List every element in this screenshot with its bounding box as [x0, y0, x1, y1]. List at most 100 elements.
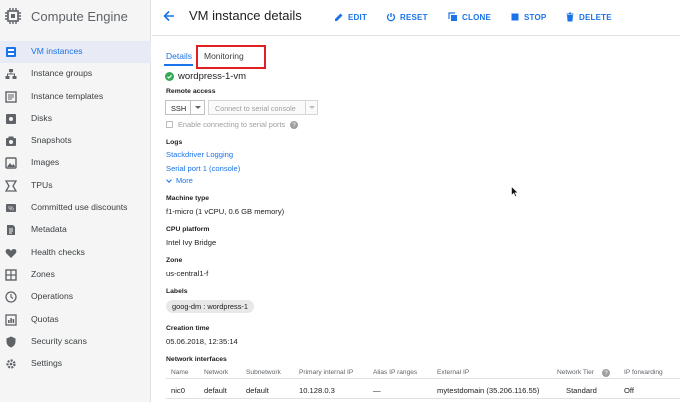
sidebar-item-vm-instances[interactable]: VM instances — [0, 41, 151, 64]
help-icon[interactable]: ? — [290, 121, 298, 129]
serial-console-label: Connect to serial console — [215, 104, 296, 113]
tpus-icon — [5, 180, 17, 192]
sidebar-item-label: Settings — [31, 358, 63, 369]
product-header: Compute Engine — [0, 0, 151, 34]
instance-groups-icon — [5, 69, 17, 80]
instance-templates-icon — [5, 90, 17, 103]
row-network: default — [204, 386, 227, 395]
chevron-down-icon[interactable] — [309, 106, 315, 109]
metadata-icon — [7, 225, 15, 236]
cpu-platform-label: CPU platform — [166, 226, 210, 233]
machine-type-label: Machine type — [166, 195, 210, 202]
remote-access-label: Remote access — [166, 88, 216, 95]
operations-icon — [5, 291, 17, 303]
sidebar-item-tpus[interactable]: TPUs — [0, 175, 151, 197]
creation-time-label: Creation time — [166, 325, 210, 332]
settings-icon — [6, 359, 16, 369]
sidebar-item-operations[interactable]: Operations — [0, 286, 151, 308]
machine-type-value: f1-micro (1 vCPU, 0.6 GB memory) — [166, 207, 285, 216]
chevron-down-icon[interactable] — [195, 106, 201, 109]
network-interfaces-label: Network interfaces — [166, 356, 227, 363]
column-header-network-tier: Network Tier — [557, 369, 595, 376]
row-ip-forwarding: Off — [624, 386, 634, 395]
mouse-cursor-icon — [511, 186, 518, 197]
zones-icon — [5, 269, 17, 281]
chevron-down-icon — [166, 177, 172, 183]
stop-button[interactable]: STOP — [510, 10, 546, 24]
column-header-name: Name — [171, 369, 189, 376]
vm-instances-icon — [6, 47, 16, 57]
row-primary-ip: 10.128.0.3 — [299, 386, 335, 395]
table-divider — [166, 378, 680, 379]
active-tab-indicator — [164, 64, 193, 66]
sidebar-item-label: Instance templates — [31, 90, 104, 101]
sidebar-item-label: VM instances — [31, 46, 83, 56]
ssh-button[interactable]: SSH — [165, 100, 205, 115]
sidebar-item-instance-templates[interactable]: Instance templates — [0, 86, 151, 108]
enable-serial-checkbox[interactable] — [166, 121, 173, 128]
delete-button[interactable]: DELETE — [565, 10, 612, 24]
column-header-external-ip: External IP — [437, 369, 470, 376]
serial-console-button[interactable]: Connect to serial console — [208, 100, 318, 115]
sidebar-item-settings[interactable]: Settings — [0, 353, 151, 375]
sidebar-item-label: Quotas — [31, 313, 59, 324]
sidebar-item-metadata[interactable]: Metadata — [0, 219, 151, 241]
sidebar-item-images[interactable]: Images — [0, 152, 151, 174]
tab-details[interactable]: Details — [166, 51, 192, 61]
sidebar-item-committed-use-discounts[interactable]: % Committed use discounts — [0, 197, 151, 219]
page-title: VM instance details — [189, 8, 302, 23]
serial-divider — [305, 101, 306, 114]
sidebar: Compute Engine VM instances Instance gro… — [0, 0, 151, 402]
delete-icon — [566, 12, 574, 22]
clone-label: CLONE — [462, 12, 491, 22]
column-header-alias-ip: Alias IP ranges — [373, 369, 418, 376]
zone-value: us-central1-f — [166, 269, 209, 278]
stop-icon — [511, 13, 519, 21]
monitoring-tab-highlight — [196, 45, 266, 69]
product-title: Compute Engine — [31, 9, 128, 24]
sidebar-item-label: Operations — [31, 291, 74, 302]
running-status-icon — [165, 72, 174, 81]
stop-label: STOP — [524, 12, 547, 22]
reset-icon — [386, 13, 396, 22]
committed-use-discounts-icon: % — [6, 204, 16, 213]
stackdriver-logging-link[interactable]: Stackdriver Logging — [166, 150, 233, 159]
clone-button[interactable]: CLONE — [448, 10, 491, 24]
row-alias-ip: — — [373, 386, 381, 395]
sidebar-item-health-checks[interactable]: Health checks — [0, 242, 151, 264]
edit-label: EDIT — [348, 12, 368, 22]
images-icon — [5, 157, 17, 170]
sidebar-item-label: Metadata — [31, 224, 67, 235]
sidebar-item-quotas[interactable]: Quotas — [0, 309, 151, 331]
column-header-subnetwork: Subnetwork — [246, 369, 281, 376]
page-header: VM instance details EDIT RESET CLONE STO… — [152, 0, 680, 36]
row-network-tier: Standard — [566, 386, 597, 395]
sidebar-item-label: Security scans — [31, 335, 87, 346]
sidebar-nav: VM instances Instance groups Instance te… — [0, 41, 151, 375]
sidebar-item-snapshots[interactable]: Snapshots — [0, 130, 151, 152]
serial-port-link[interactable]: Serial port 1 (console) — [166, 164, 240, 173]
sidebar-item-label: Committed use discounts — [31, 202, 128, 213]
sidebar-item-zones[interactable]: Zones — [0, 264, 151, 286]
back-arrow-icon[interactable] — [162, 9, 176, 23]
logs-label: Logs — [166, 139, 183, 146]
zone-label: Zone — [166, 257, 183, 264]
compute-engine-icon — [5, 8, 21, 24]
labels-label: Labels — [166, 288, 188, 295]
sidebar-item-disks[interactable]: Disks — [0, 108, 151, 130]
sidebar-item-label: Zones — [31, 268, 55, 279]
svg-text:%: % — [8, 207, 14, 213]
sidebar-item-instance-groups[interactable]: Instance groups — [0, 63, 151, 85]
enable-serial-label: Enable connecting to serial ports — [178, 120, 286, 129]
quotas-icon — [5, 313, 17, 326]
sidebar-item-label: Snapshots — [31, 135, 72, 146]
more-logs-toggle[interactable]: More — [166, 176, 193, 185]
help-icon[interactable]: ? — [602, 369, 610, 377]
reset-button[interactable]: RESET — [386, 10, 428, 24]
row-external-ip: mytestdomain (35.206.116.55) — [437, 386, 540, 395]
sidebar-item-security-scans[interactable]: Security scans — [0, 331, 151, 353]
snapshots-icon — [6, 136, 16, 147]
edit-button[interactable]: EDIT — [334, 10, 367, 24]
clone-icon — [448, 12, 457, 21]
ssh-divider — [190, 101, 191, 114]
